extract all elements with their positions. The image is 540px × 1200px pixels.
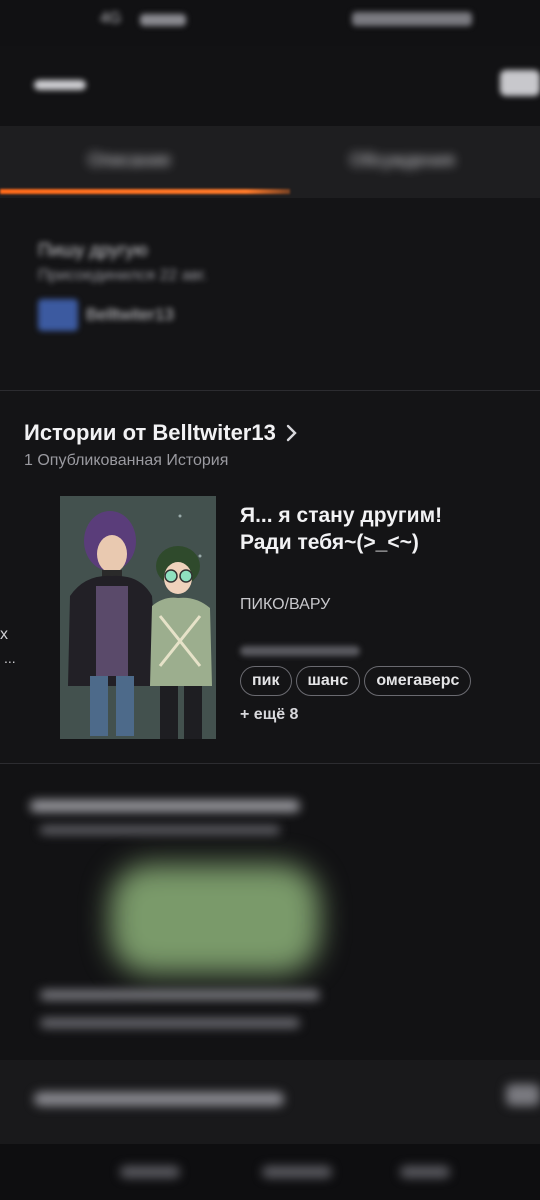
- story-info: Пишу другую Присоединился 22 авг. Belltw…: [38, 240, 207, 331]
- author-stories-count: 1 Опубликованная История: [24, 452, 229, 469]
- app-bar: [0, 46, 540, 126]
- nav-home-button[interactable]: [262, 1166, 332, 1178]
- tag-pik[interactable]: пик: [240, 666, 292, 696]
- bottom-panel-text: [34, 1092, 284, 1106]
- more-tags-link[interactable]: + ещё 8: [240, 706, 530, 724]
- tab-discussions[interactable]: Обсуждения: [350, 150, 455, 171]
- story-title[interactable]: Я... я стану другим! Ради тебя~(>_<~): [240, 502, 530, 556]
- story-title-line2: Ради тебя~(>_<~): [240, 531, 419, 554]
- tag-shans[interactable]: шанс: [295, 666, 361, 696]
- signal-icon: [140, 14, 186, 26]
- divider: [0, 390, 540, 391]
- bottom-panel: [0, 1060, 540, 1144]
- more-icon[interactable]: [500, 70, 540, 96]
- author-stories-heading: Истории от Belltwiter13: [24, 420, 276, 445]
- recommendation-title: [30, 800, 300, 812]
- recommendation-text: [40, 1018, 300, 1028]
- recommendation-text: [40, 990, 320, 1000]
- tag-omegaverse[interactable]: омегаверс: [364, 666, 472, 696]
- author-name[interactable]: Belltwiter13: [86, 305, 174, 325]
- recommendation-image[interactable]: [110, 864, 320, 974]
- recommendations-section: [0, 764, 540, 1060]
- tab-description[interactable]: Описание: [88, 150, 171, 171]
- story-cover-image[interactable]: [60, 496, 216, 739]
- tab-indicator: [0, 189, 290, 194]
- story-fandom: ПИКО/ВАРУ: [240, 596, 331, 613]
- recommendation-subtitle: [40, 826, 280, 834]
- chevron-right-icon: [286, 424, 297, 442]
- story-tags: пик шанс омегаверс: [240, 666, 530, 696]
- nav-recents-button[interactable]: [400, 1166, 450, 1178]
- navigation-bar: [0, 1144, 540, 1200]
- bottom-panel-icon[interactable]: [506, 1084, 540, 1106]
- network-indicator: 4G: [100, 10, 122, 27]
- side-card-fragment-2: ...: [4, 650, 16, 666]
- story-info-line1: Пишу другую: [38, 240, 148, 260]
- status-bar: 4G: [0, 0, 540, 46]
- story-card-details: Я... я стану другим! Ради тебя~(>_<~) ПИ…: [240, 502, 530, 724]
- story-stats: [240, 646, 360, 656]
- author-avatar[interactable]: [38, 299, 78, 331]
- nav-back-button[interactable]: [120, 1166, 180, 1178]
- story-info-line2: Присоединился 22 авг.: [38, 267, 208, 284]
- back-arrow-icon[interactable]: [34, 80, 86, 90]
- author-stories-header[interactable]: Истории от Belltwiter13: [24, 420, 300, 446]
- story-title-line1: Я... я стану другим!: [240, 504, 443, 527]
- tab-bar: Описание Обсуждения: [0, 126, 540, 198]
- side-card-fragment-1: х: [0, 626, 8, 643]
- status-icons: [352, 12, 472, 26]
